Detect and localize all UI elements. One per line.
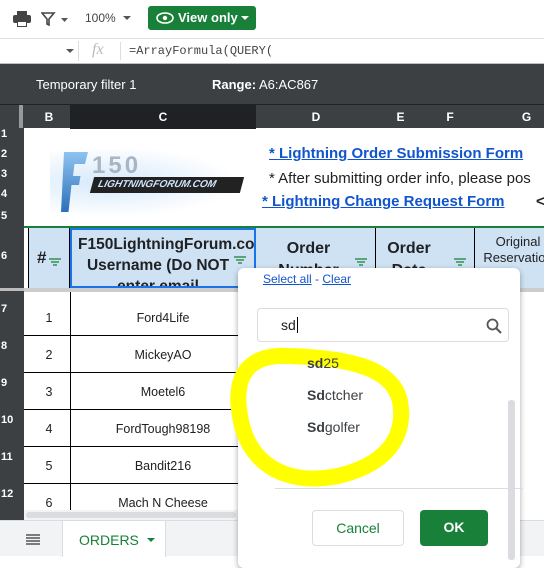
- view-only-button[interactable]: View only: [148, 6, 256, 30]
- filter-icon[interactable]: [355, 258, 367, 266]
- note-text: * After submitting order info, please po…: [269, 170, 531, 187]
- chevron-down-icon[interactable]: [66, 49, 75, 55]
- horizontal-scrollbar[interactable]: [24, 510, 238, 520]
- filter-view-bar: Temporary filter 1 Range: A6:AC867: [0, 64, 544, 104]
- column-b[interactable]: B: [28, 105, 70, 129]
- column-c[interactable]: C: [70, 105, 256, 129]
- chevron-down-icon: [241, 16, 249, 20]
- fx-icon: fx: [92, 41, 104, 58]
- list-item[interactable]: Sdctcher: [307, 387, 363, 403]
- filter-range[interactable]: A6:AC867: [259, 77, 318, 92]
- cancel-button[interactable]: Cancel: [312, 510, 404, 546]
- tab-orders[interactable]: ORDERS: [62, 521, 166, 557]
- chevron-down-icon[interactable]: [147, 538, 156, 544]
- column-g[interactable]: G: [475, 105, 544, 129]
- column-d[interactable]: D: [256, 105, 376, 129]
- filter-icon[interactable]: [454, 258, 466, 266]
- list-scrollbar[interactable]: [508, 400, 515, 560]
- order-submission-link[interactable]: * Lightning Order Submission Form: [269, 145, 523, 162]
- search-icon[interactable]: [486, 318, 502, 334]
- column-e[interactable]: E: [376, 105, 425, 129]
- all-sheets-icon[interactable]: [26, 534, 40, 545]
- f150-lightningforum-logo: 150 LIGHTNINGFORUM.COM: [50, 146, 250, 218]
- filter-icon[interactable]: [49, 258, 61, 266]
- eye-icon: [156, 12, 174, 24]
- search-input[interactable]: sd: [257, 308, 509, 342]
- filter-dialog: Select all - Clear sd sd25 Sdctcher Sdgo…: [230, 268, 523, 568]
- print-icon[interactable]: [13, 11, 31, 27]
- filter-icon[interactable]: [234, 256, 246, 264]
- chevron-down-icon[interactable]: [123, 16, 132, 22]
- ok-button[interactable]: OK: [420, 510, 488, 546]
- header-number: #: [28, 228, 70, 288]
- column-f[interactable]: F: [425, 105, 475, 129]
- zoom-select[interactable]: 100%: [85, 11, 116, 25]
- clear-link[interactable]: Clear: [322, 272, 351, 286]
- header-username: F150LightningForum.com Username (Do NOT …: [70, 228, 256, 288]
- change-request-link[interactable]: * Lightning Change Request Form: [262, 193, 505, 210]
- column-headers: B C D E F G: [0, 104, 544, 129]
- list-item[interactable]: sd25: [307, 355, 339, 371]
- filter-icon[interactable]: [41, 12, 71, 26]
- select-all-link[interactable]: Select all: [263, 272, 312, 286]
- toolbar: 100% View only: [0, 0, 544, 38]
- list-item[interactable]: Sdgolfer: [307, 419, 360, 435]
- formula-input[interactable]: =ArrayFormula(QUERY(: [129, 44, 273, 58]
- formula-bar: fx =ArrayFormula(QUERY(: [0, 38, 544, 64]
- row-headers: 1 2 3 4 5 6 7 8 9 10 11 12: [0, 128, 24, 520]
- filter-name[interactable]: Temporary filter 1: [36, 77, 136, 92]
